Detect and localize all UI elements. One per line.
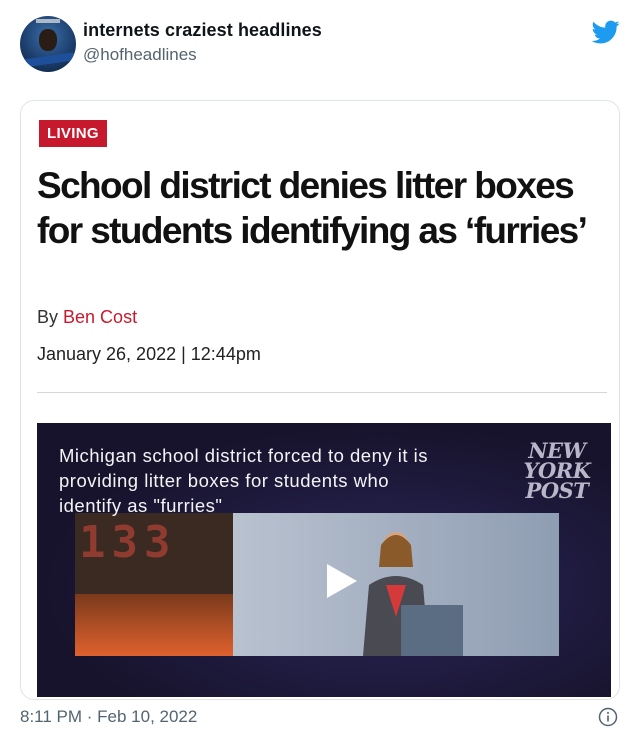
info-icon[interactable] [598,707,618,727]
article-headline: School district denies litter boxes for … [37,165,588,251]
publish-date: January 26, 2022 | 12:44pm [37,344,261,364]
tweet-timestamp[interactable]: 8:11 PM · Feb 10, 2022 [20,707,197,727]
tweet-header: internets craziest headlines @hofheadlin… [0,0,640,90]
play-icon[interactable] [319,560,361,602]
display-name[interactable]: internets craziest headlines [83,20,322,41]
byline-prefix: By [37,307,59,327]
video-thumbnail[interactable]: 133 Michigan school district forced to d… [37,423,611,697]
video-frame-left: 133 [75,513,233,656]
avatar[interactable] [20,16,76,72]
twitter-bird-icon[interactable] [590,18,622,46]
article-card[interactable]: LIVING School district denies litter box… [20,100,620,700]
video-caption: Michigan school district forced to deny … [59,445,429,516]
section-badge: LIVING [39,120,107,147]
video-logo: NEW YORK POST [523,438,592,503]
divider [37,392,607,393]
author-link[interactable]: Ben Cost [63,307,137,327]
video-frame-right [233,513,559,656]
user-handle[interactable]: @hofheadlines [83,45,197,65]
byline: By Ben Cost [37,307,137,328]
